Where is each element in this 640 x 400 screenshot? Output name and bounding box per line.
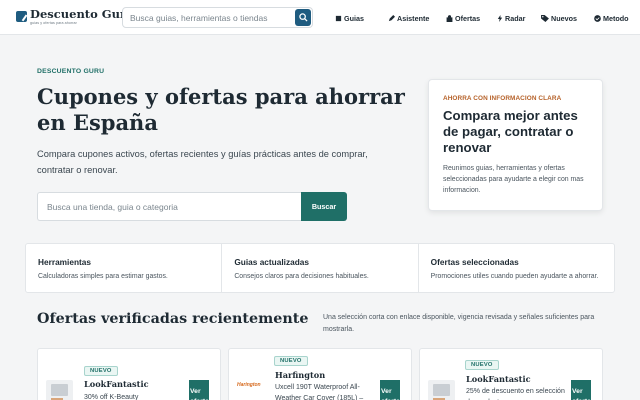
new-badge: NUEVO (84, 366, 118, 376)
nav-item-nuevos[interactable]: Nuevos (541, 12, 594, 24)
offers-section-title: Ofertas verificadas recientemente (37, 311, 309, 327)
nav-item-radar[interactable]: Radar (497, 12, 541, 24)
header-search-button[interactable] (295, 9, 311, 26)
hero-search-button[interactable]: Buscar (301, 192, 347, 221)
bag-icon (446, 14, 453, 22)
bolt-icon (497, 14, 503, 22)
feature-text: Consejos claros para decisiones habitual… (234, 273, 369, 280)
store-logo: Harington (237, 382, 261, 388)
nav-item-metodo[interactable]: Metodo (594, 12, 634, 24)
header-search (122, 7, 313, 28)
offers-section-description: Una selección corta con enlace disponibl… (323, 314, 595, 333)
feature-title: Herramientas (38, 257, 92, 267)
offer-store: Harfington (275, 370, 326, 380)
page-title: Cupones y ofertas para ahorrar en España (37, 84, 405, 135)
offer-description: 25% de descuento en selección de product… (466, 388, 565, 400)
view-offer-button[interactable]: Ver oferta (571, 380, 591, 400)
offer-card[interactable]: NUEVO LookFantastic 25% de descuento en … (419, 348, 603, 400)
site-header: Descuento Guru guias y ofertas para ahor… (0, 0, 640, 35)
feature-guias[interactable]: Guias actualizadas Consejos claros para … (222, 244, 419, 292)
pencil-icon (388, 14, 395, 21)
nav-item-ofertas[interactable]: Ofertas (446, 12, 497, 24)
new-badge: NUEVO (274, 356, 308, 366)
tag-icon (541, 14, 549, 22)
book-icon (335, 15, 342, 21)
site-logo[interactable]: Descuento Guru guias y ofertas para ahor… (16, 8, 134, 26)
info-card-text: Reunimos guias, herramientas y ofertas s… (443, 165, 584, 194)
feature-ofertas[interactable]: Ofertas seleccionadas Promociones utiles… (419, 244, 614, 292)
new-badge: NUEVO (465, 360, 499, 370)
nav-item-guias[interactable]: Guias (335, 12, 388, 24)
product-image (46, 380, 73, 400)
check-circle-icon (594, 14, 601, 22)
brand-name: Descuento Guru (30, 7, 135, 21)
view-offer-button[interactable]: Ver oferta (380, 380, 400, 400)
product-image (428, 380, 455, 400)
offer-card[interactable]: Harington NUEVO Harfington Uxcell 190T W… (228, 348, 412, 400)
info-card-title: Compara mejor antes de pagar, contratar … (443, 108, 578, 155)
info-card-eyebrow: AHORRA CON INFORMACION CLARA (443, 95, 562, 102)
features-strip: Herramientas Calculadoras simples para e… (25, 243, 615, 293)
brand-tagline: guias y ofertas para ahorrar (30, 21, 77, 25)
main-nav: Guias Asistente Ofertas Radar Nuevos Met… (335, 12, 634, 24)
nav-item-asistente[interactable]: Asistente (388, 12, 446, 24)
info-card: AHORRA CON INFORMACION CLARA Compara mej… (428, 79, 603, 211)
search-icon (299, 13, 308, 22)
feature-herramientas[interactable]: Herramientas Calculadoras simples para e… (26, 244, 223, 292)
hero-search-input[interactable] (37, 192, 301, 221)
offer-description: Uxcell 190T Waterproof All-Weather Car C… (275, 384, 364, 400)
view-offer-button[interactable]: Ver oferta (189, 380, 209, 400)
hero-description: Compara cupones activos, ofertas recient… (37, 149, 368, 175)
feature-title: Guias actualizadas (234, 257, 310, 267)
offer-store: LookFantastic (84, 379, 149, 389)
hero-eyebrow: DESCUENTO GURU (37, 68, 105, 75)
feature-text: Calculadoras simples para estimar gastos… (38, 273, 168, 280)
feature-text: Promociones utiles cuando pueden ayudart… (430, 273, 599, 280)
offer-store: LookFantastic (466, 374, 531, 384)
hero-search-form: Buscar (37, 192, 347, 221)
header-search-input[interactable] (130, 8, 298, 27)
offer-card[interactable]: NUEVO LookFantastic 30% off K-Beauty Ver… (37, 348, 221, 400)
feature-title: Ofertas seleccionadas (430, 257, 519, 267)
logo-icon (16, 11, 27, 22)
offer-description: 30% off K-Beauty (84, 394, 139, 400)
